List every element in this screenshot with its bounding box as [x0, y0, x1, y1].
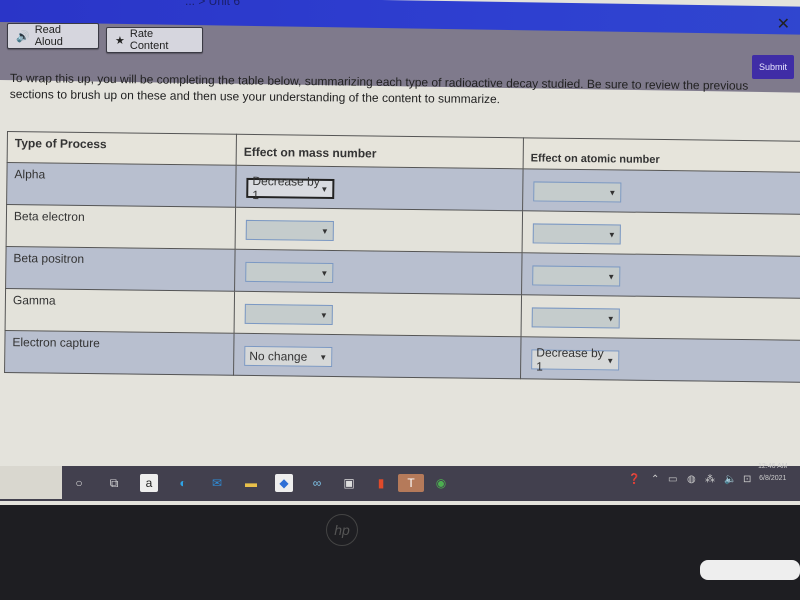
clock-date: 6/8/2021 [759, 475, 787, 482]
cortana-icon[interactable]: ○ [70, 474, 88, 492]
process-name: Alpha [6, 162, 237, 208]
screen: ... > Unit 6 ✕ 🔊 Read Aloud ★ Rate Conte… [0, 0, 800, 505]
volume-icon[interactable]: 🔈 [724, 474, 736, 485]
hp-logo: hp [326, 514, 358, 546]
help-icon[interactable]: ❓ [628, 474, 640, 485]
process-name: Beta positron [5, 246, 236, 292]
chevron-down-icon: ▼ [320, 268, 329, 278]
header-type-of-process: Type of Process [7, 131, 237, 166]
submit-button[interactable]: Submit [752, 55, 794, 79]
infinity-app-icon[interactable]: ∞ [308, 474, 326, 492]
cable [700, 560, 800, 580]
mass-number-select[interactable]: ▼ [245, 219, 334, 241]
mass-number-select[interactable]: ▼ [245, 261, 334, 283]
amazon-icon[interactable]: a [140, 474, 158, 492]
breadcrumb: ... > Unit 6 [185, 0, 241, 8]
battery-icon[interactable]: ▭ [668, 474, 677, 485]
table-row: Electron capture No change ▼ Decrease by … [4, 330, 800, 383]
rate-content-button[interactable]: ★ Rate Content [106, 27, 203, 53]
mass-number-select[interactable]: ▼ [244, 303, 333, 325]
atomic-number-select[interactable]: ▼ [532, 265, 621, 287]
network-icon[interactable]: ◍ [687, 474, 696, 485]
close-icon[interactable]: ✕ [777, 14, 790, 34]
chevron-down-icon: ▼ [320, 184, 329, 194]
file-explorer-icon[interactable]: ▬ [242, 474, 260, 492]
chevron-down-icon: ▼ [608, 187, 617, 197]
instructions-text: To wrap this up, you will be completing … [9, 70, 749, 107]
taskbar-search-area [0, 466, 62, 499]
screen-icon[interactable]: ⊡ [743, 474, 751, 485]
mail-icon[interactable]: ✉ [208, 474, 226, 492]
chevron-down-icon: ▼ [606, 313, 615, 323]
header-mass-number: Effect on mass number [236, 134, 524, 169]
read-aloud-button[interactable]: 🔊 Read Aloud [7, 23, 99, 49]
chevron-down-icon: ▼ [607, 271, 616, 281]
chrome-icon[interactable]: ◉ [432, 474, 450, 492]
clock-time: 12:46 AM [758, 463, 788, 470]
process-name: Electron capture [4, 330, 235, 376]
header-atomic-number: Effect on atomic number [523, 137, 800, 173]
star-icon: ★ [115, 34, 125, 47]
chevron-down-icon: ▼ [319, 310, 328, 320]
task-view-icon[interactable]: ⧉ [105, 474, 123, 492]
speaker-icon: 🔊 [16, 30, 30, 43]
chevron-down-icon: ▼ [320, 226, 329, 236]
store-icon[interactable]: ▣ [340, 474, 358, 492]
rate-content-label: Rate Content [129, 28, 169, 52]
teams-icon[interactable]: T [398, 474, 424, 492]
chevron-down-icon: ▼ [319, 352, 328, 362]
atomic-number-select[interactable]: ▼ [533, 181, 622, 203]
atomic-number-select[interactable]: Decrease by 1 ▼ [531, 345, 620, 374]
chevron-down-icon: ▼ [606, 355, 615, 365]
atomic-number-select[interactable]: ▼ [532, 223, 621, 245]
decay-summary-table: Type of Process Effect on mass number Ef… [4, 131, 800, 383]
show-hidden-icons-chevron[interactable]: ⌃ [651, 474, 659, 485]
edge-icon[interactable]: ◐ [174, 474, 192, 492]
office-icon[interactable]: ▮ [372, 474, 390, 492]
process-name: Gamma [5, 288, 235, 334]
dropbox-icon[interactable]: ◆ [275, 474, 293, 492]
mass-number-select[interactable]: Decrease by 1 ▼ [246, 174, 335, 202]
chevron-down-icon: ▼ [607, 229, 616, 239]
mass-number-select[interactable]: No change ▼ [244, 345, 333, 367]
process-name: Beta electron [6, 204, 236, 250]
system-clock[interactable]: 12:46 AM 6/8/2021 [758, 461, 788, 485]
read-aloud-label: Read Aloud [34, 24, 63, 48]
atomic-number-select[interactable]: ▼ [531, 307, 620, 329]
dropbox-tray-icon[interactable]: ⁂ [705, 474, 715, 485]
